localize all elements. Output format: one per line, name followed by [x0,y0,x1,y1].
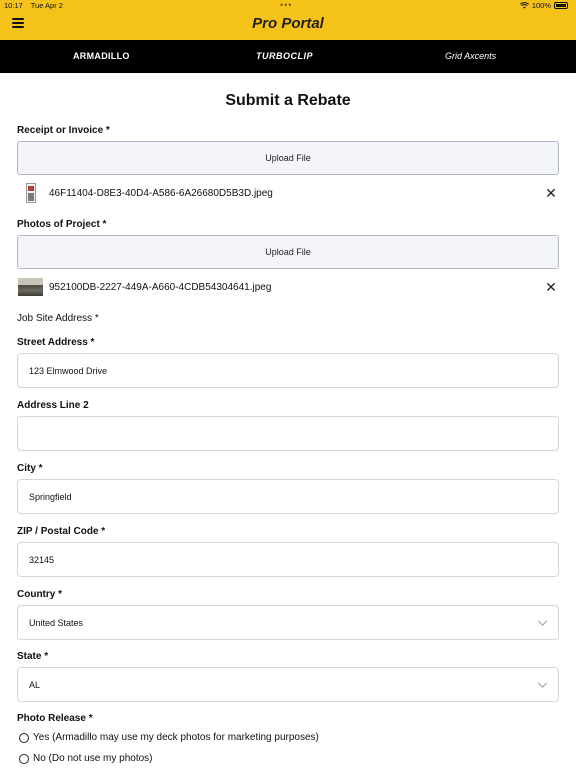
photo-thumbnail [17,277,44,297]
photo-release-yes-label: Yes (Armadillo may use my deck photos fo… [33,732,319,743]
radio-circle-icon [19,753,29,764]
city-label: City * [17,463,43,474]
page-title: Submit a Rebate [225,92,351,109]
photo-file-name: 952100DB-2227-449A-A660-4CDB54304641.jpe… [49,281,272,293]
receipt-file-row: 46F11404-D8E3-40D4-A586-6A26680D5B3D.jpe… [17,180,559,206]
street-address-label: Street Address * [17,337,95,348]
country-select[interactable]: United States [17,605,559,640]
multitasking-dots-icon[interactable]: ••• [280,0,292,10]
brand-armadillo-link[interactable]: ARMADILLO [73,51,130,61]
brand-grid-axcents-link[interactable]: Grid Axcents [445,51,496,61]
receipt-file-name: 46F11404-D8E3-40D4-A586-6A26680D5B3D.jpe… [49,187,273,199]
street-address-input[interactable]: 123 Elmwood Drive [17,353,559,388]
battery-icon [554,2,568,9]
photo-release-label: Photo Release * [17,713,93,724]
zip-input[interactable]: 32145 [17,542,559,577]
wifi-icon [519,2,529,9]
brand-bar: ARMADILLO TURBOCLIP Grid Axcents [0,40,576,73]
status-time: 10:17 [4,1,23,10]
app-header: 10:17 Tue Apr 2 ••• 100% Pro Portal [0,0,576,40]
address-line-2-label: Address Line 2 [17,400,89,411]
country-label: Country * [17,589,62,600]
status-date: Tue Apr 2 [30,1,63,10]
app-title: Pro Portal [252,15,324,32]
status-bar-left: 10:17 Tue Apr 2 [4,1,69,10]
battery-percent: 100% [531,1,551,10]
close-x-icon[interactable]: ✕ [544,186,558,200]
receipt-upload-button[interactable]: Upload File [17,141,559,175]
chevron-down-icon [537,681,548,688]
state-select[interactable]: AL [17,667,559,702]
photos-upload-button[interactable]: Upload File [17,235,559,269]
close-x-icon[interactable]: ✕ [544,280,558,294]
city-input[interactable]: Springfield [17,479,559,514]
photo-release-no-radio[interactable]: No (Do not use my photos) [19,753,153,764]
brand-turboclip-link[interactable]: TURBOCLIP [256,51,313,61]
receipt-label: Receipt or Invoice * [17,125,110,136]
state-label: State * [17,651,49,662]
chevron-down-icon [537,619,548,626]
photo-release-yes-radio[interactable]: Yes (Armadillo may use my deck photos fo… [19,732,319,743]
zip-label: ZIP / Postal Code * [17,526,106,537]
state-select-value: AL [29,679,41,690]
photos-label: Photos of Project * [17,219,107,230]
job-site-heading: Job Site Address * [17,313,99,324]
photo-release-no-label: No (Do not use my photos) [33,753,153,764]
photo-file-row: 952100DB-2227-449A-A660-4CDB54304641.jpe… [17,274,559,300]
receipt-thumbnail [17,183,44,203]
country-select-value: United States [29,617,84,628]
address-line-2-input[interactable] [17,416,559,451]
status-bar-right: 100% [519,1,568,10]
radio-circle-icon [19,732,29,743]
